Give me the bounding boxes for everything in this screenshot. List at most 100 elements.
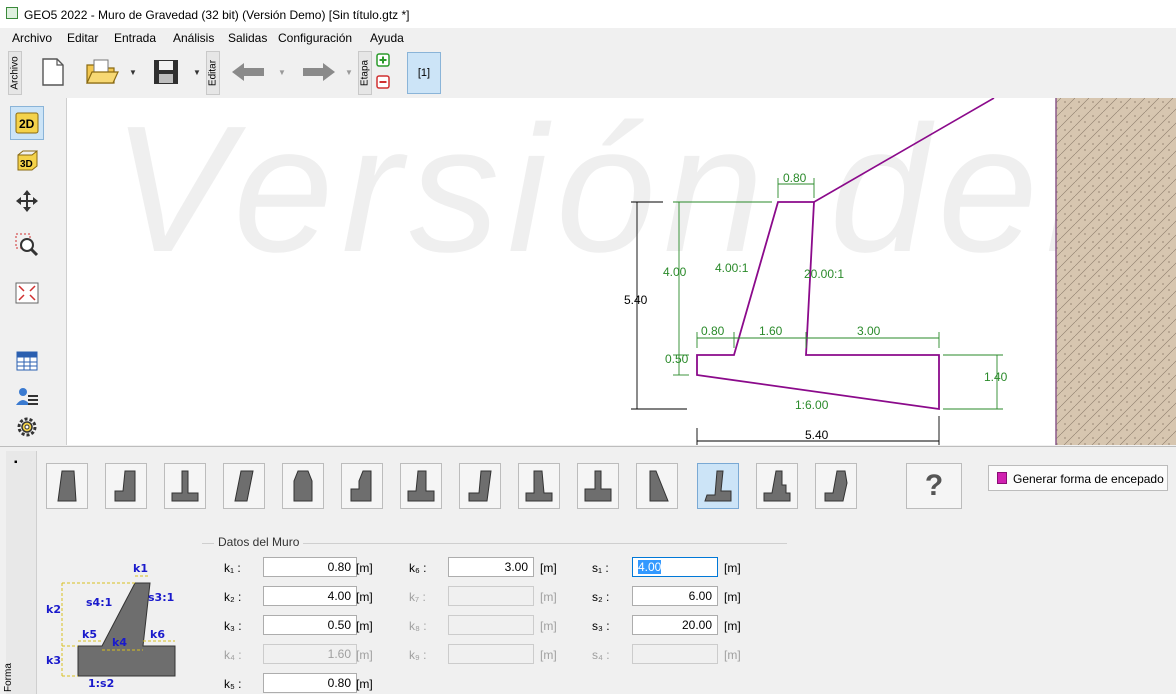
k7-unit: [m] — [540, 590, 557, 604]
dim-top-width: 0.80 — [783, 171, 807, 185]
table-icon — [16, 351, 38, 371]
menu-ayuda[interactable]: Ayuda — [370, 31, 404, 45]
k8-label: k₈ : — [409, 619, 427, 633]
s4-label: s₄ : — [592, 648, 610, 662]
view-2d-button[interactable]: 2D — [10, 106, 44, 140]
zoom-window-button[interactable] — [10, 228, 44, 262]
stage-1-tab[interactable]: [1] — [407, 52, 441, 94]
wall-shape-12-selected[interactable] — [697, 463, 739, 509]
k3-unit: [m] — [356, 619, 373, 633]
2d-icon: 2D — [15, 112, 39, 134]
wall-shape-11[interactable] — [636, 463, 678, 509]
wall-shape-8[interactable] — [459, 463, 501, 509]
wall-shape-10[interactable] — [577, 463, 619, 509]
redo-button[interactable] — [296, 54, 342, 90]
menu-salidas[interactable]: Salidas — [228, 31, 267, 45]
k2-input[interactable]: 4.00 — [263, 586, 357, 606]
k1-input[interactable]: 0.80 — [263, 557, 357, 577]
s1-selected-value: 4.00 — [638, 560, 662, 574]
k5-input[interactable]: 0.80 — [263, 673, 357, 693]
s4-input — [632, 644, 718, 664]
s1-input[interactable]: 4.00 — [632, 557, 718, 577]
footing-icon — [997, 472, 1007, 484]
menu-editar[interactable]: Editar — [67, 31, 98, 45]
options-button[interactable] — [10, 410, 44, 444]
k6-unit: [m] — [540, 561, 557, 575]
schem-k2: k2 — [46, 603, 61, 616]
k7-input — [448, 586, 534, 606]
wall-parameter-schematic: k1 k2 k3 k4 k5 k6 s4:1 s3:1 1:s2 — [46, 562, 176, 688]
folder-open-icon — [86, 59, 119, 84]
dim-base-slope: 1:6.00 — [795, 398, 829, 412]
k7-label: k₇ : — [409, 590, 426, 604]
wall-shape-13[interactable] — [756, 463, 798, 509]
view-3d-button[interactable]: 3D — [10, 144, 44, 178]
wall-shape-14[interactable] — [815, 463, 857, 509]
dim-heel-height: 1.40 — [984, 370, 1008, 384]
menu-configuracion[interactable]: Configuración — [278, 31, 352, 45]
pan-button[interactable] — [10, 184, 44, 218]
k8-unit: [m] — [540, 619, 557, 633]
settings-list-button[interactable] — [10, 380, 44, 414]
dim-front-slope: 4.00:1 — [715, 261, 749, 275]
view-toolbar: 2D 3D — [0, 98, 67, 445]
3d-icon: 3D — [17, 149, 38, 171]
schem-k3: k3 — [46, 654, 61, 667]
schem-k5: k5 — [82, 628, 97, 641]
remove-stage-button[interactable] — [375, 74, 391, 90]
save-dropdown-arrow[interactable]: ▼ — [193, 68, 201, 77]
s4-unit: [m] — [724, 648, 741, 662]
move-icon — [16, 190, 38, 212]
k6-input[interactable]: 3.00 — [448, 557, 534, 577]
wall-shape-7[interactable] — [400, 463, 442, 509]
new-file-button[interactable] — [38, 54, 68, 90]
menu-analisis[interactable]: Análisis — [173, 31, 214, 45]
wall-shape-9[interactable] — [518, 463, 560, 509]
undo-icon — [232, 63, 264, 81]
zoom-extents-button[interactable] — [10, 276, 44, 310]
undo-button[interactable] — [225, 54, 271, 90]
k8-input — [448, 615, 534, 635]
k3-input[interactable]: 0.50 — [263, 615, 357, 635]
title-bar: GEO5 2022 - Muro de Gravedad (32 bit) (V… — [0, 0, 1176, 28]
dim-front-height: 4.00 — [663, 265, 687, 279]
k5-unit: [m] — [356, 677, 373, 691]
wall-shape-6[interactable] — [341, 463, 383, 509]
k1-label: k₁ : — [224, 561, 241, 575]
schem-k4: k4 — [112, 636, 127, 649]
wall-shape-5[interactable] — [282, 463, 324, 509]
plus-icon — [376, 53, 390, 67]
menu-entrada[interactable]: Entrada — [114, 31, 156, 45]
s3-unit: [m] — [724, 619, 741, 633]
generate-footing-label: Generar forma de encepado — [1013, 472, 1164, 486]
s3-input[interactable]: 20.00 — [632, 615, 718, 635]
side-tab-strip: ▪ Forma — [3, 451, 37, 694]
help-button[interactable]: ? — [906, 463, 962, 509]
generate-footing-button[interactable]: Generar forma de encepado — [988, 465, 1168, 491]
minus-icon — [376, 75, 390, 89]
open-dropdown-arrow[interactable]: ▼ — [129, 68, 137, 77]
add-stage-button[interactable] — [375, 52, 391, 68]
k9-label: k₉ : — [409, 648, 427, 662]
menu-archivo[interactable]: Archivo — [12, 31, 52, 45]
undo-dropdown-arrow[interactable]: ▼ — [278, 68, 286, 77]
window-title: GEO5 2022 - Muro de Gravedad (32 bit) (V… — [24, 8, 410, 22]
schem-k6: k6 — [150, 628, 165, 641]
k5-label: k₅ : — [224, 677, 242, 691]
side-tab-forma[interactable]: Forma — [3, 663, 14, 692]
wall-data-title: Datos del Muro — [214, 535, 304, 549]
s2-input[interactable]: 6.00 — [632, 586, 718, 606]
open-file-button[interactable] — [82, 54, 122, 90]
wall-shape-4[interactable] — [223, 463, 265, 509]
main-toolbar: Archivo ▼ ▼ Editar ▼ ▼ Etapa — [0, 48, 1176, 99]
table-view-button[interactable] — [10, 344, 44, 378]
new-file-icon — [42, 58, 64, 86]
schem-s2: 1:s2 — [88, 677, 114, 688]
terrain-line — [813, 98, 995, 203]
toolbar-group-archivo: Archivo — [8, 51, 22, 95]
redo-dropdown-arrow[interactable]: ▼ — [345, 68, 353, 77]
save-button[interactable] — [146, 54, 186, 90]
drawing-canvas[interactable]: Versión demo — [67, 98, 1176, 445]
zoom-icon — [15, 233, 39, 257]
strip-marker: ▪ — [14, 457, 18, 468]
